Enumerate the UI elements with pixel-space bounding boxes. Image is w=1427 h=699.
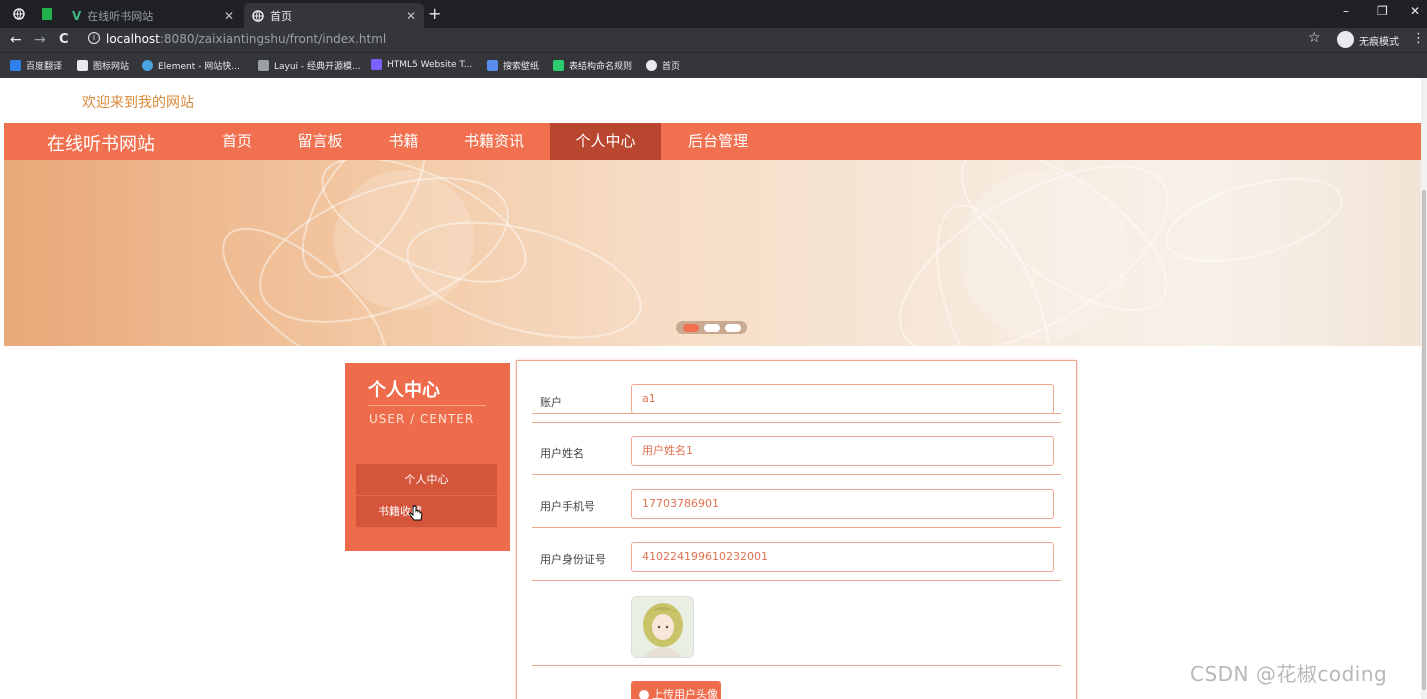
form-row-username: 用户姓名 用户姓名1 xyxy=(532,422,1061,475)
upload-avatar-label: 上传用户头像 xyxy=(652,688,718,699)
close-window-button[interactable]: ✕ xyxy=(1410,4,1420,18)
main-navbar: 在线听书网站 首页 留言板 书籍 书籍资讯 个人中心 后台管理 xyxy=(4,123,1421,160)
bookmark-item[interactable]: Layui - 经典开源模... xyxy=(258,59,361,72)
bookmark-item[interactable]: 表结构命名规则 xyxy=(553,59,632,72)
nav-book-news[interactable]: 书籍资讯 xyxy=(451,123,537,160)
user-avatar xyxy=(631,596,694,658)
form-row-phone: 用户手机号 17703786901 xyxy=(532,475,1061,528)
browser-tab-strip: V 在线听书网站 ✕ 首页 ✕ + – ❐ ✕ xyxy=(0,0,1427,28)
hero-banner xyxy=(4,160,1421,346)
field-label: 用户手机号 xyxy=(540,500,595,513)
hand-cursor-icon xyxy=(409,505,423,521)
sidebar-divider xyxy=(368,405,486,406)
field-label: 用户身份证号 xyxy=(540,553,606,566)
username-input[interactable]: 用户姓名1 xyxy=(631,436,1054,466)
minimize-button[interactable]: – xyxy=(1343,4,1349,18)
globe-icon xyxy=(252,9,264,22)
row-divider xyxy=(532,665,1061,666)
vue-icon: V xyxy=(72,8,82,23)
globe-icon xyxy=(646,60,657,71)
sidebar-menu: 个人中心 书籍收藏 xyxy=(356,464,497,528)
bookmark-item[interactable]: Element - 网站快... xyxy=(142,59,240,72)
html5-icon xyxy=(371,59,382,70)
nav-user-center[interactable]: 个人中心 xyxy=(550,123,661,160)
upload-avatar-button[interactable]: 上传用户头像 xyxy=(631,681,721,699)
address-bar: ← → C i localhost:8080/zaixiantingshu/fr… xyxy=(0,28,1427,52)
carousel-dot[interactable] xyxy=(682,323,699,332)
forward-button[interactable]: → xyxy=(34,31,46,49)
user-center-sidebar: 个人中心 USER / CENTER 个人中心 书籍收藏 xyxy=(345,363,510,551)
translate-icon xyxy=(10,60,21,71)
bookmark-star-icon[interactable]: ☆ xyxy=(1308,30,1321,46)
url-field[interactable]: localhost:8080/zaixiantingshu/front/inde… xyxy=(106,32,386,46)
bookmark-item[interactable]: HTML5 Website T... xyxy=(371,59,472,70)
close-icon[interactable]: ✕ xyxy=(224,9,234,23)
site-brand[interactable]: 在线听书网站 xyxy=(47,130,155,156)
url-host: localhost xyxy=(106,32,160,46)
bookmark-item[interactable]: 图标网站 xyxy=(77,59,129,72)
welcome-text: 欢迎来到我的网站 xyxy=(82,95,194,111)
info-icon[interactable]: i xyxy=(88,32,100,44)
tab-listen-books[interactable]: V 在线听书网站 ✕ xyxy=(64,3,242,28)
field-label: 账户 xyxy=(540,396,562,409)
tab-title: 在线听书网站 xyxy=(87,9,154,23)
nav-books[interactable]: 书籍 xyxy=(376,123,431,160)
form-row-account: 账户 a1 xyxy=(532,361,1061,414)
avatar-image xyxy=(632,597,693,657)
incognito-label: 无痕模式 xyxy=(1359,37,1399,48)
reload-button[interactable]: C xyxy=(59,31,69,49)
bookmark-item[interactable]: 百度翻译 xyxy=(10,59,62,72)
pinned-tab-chrome[interactable] xyxy=(10,5,28,23)
url-path: :8080/zaixiantingshu/front/index.html xyxy=(159,32,387,46)
flag-icon xyxy=(77,60,88,71)
user-info-form: 账户 a1 用户姓名 用户姓名1 用户手机号 17703786901 用户身份证… xyxy=(516,360,1077,699)
menu-icon[interactable]: ⋮ xyxy=(1412,31,1425,46)
sheet-icon xyxy=(42,8,52,20)
account-input[interactable]: a1 xyxy=(631,384,1054,414)
bookmark-item[interactable]: 首页 xyxy=(646,59,680,72)
page-viewport: 欢迎来到我的网站 在线听书网站 首页 留言板 书籍 书籍资讯 个人中心 后台管理 xyxy=(0,78,1421,699)
nav-message-board[interactable]: 留言板 xyxy=(286,123,354,160)
carousel-dot[interactable] xyxy=(724,323,741,332)
restore-button[interactable]: ❐ xyxy=(1377,4,1388,18)
tab-title: 首页 xyxy=(270,9,292,23)
floral-decoration xyxy=(222,160,1343,346)
pinned-tab-sheet[interactable] xyxy=(38,5,56,23)
sidebar-item-user-center[interactable]: 个人中心 xyxy=(356,464,497,496)
id-number-input[interactable]: 410224199610232001 xyxy=(631,542,1054,572)
phone-input[interactable]: 17703786901 xyxy=(631,489,1054,519)
new-tab-button[interactable]: + xyxy=(428,5,441,23)
incognito-icon[interactable] xyxy=(1337,31,1354,48)
form-row-id-number: 用户身份证号 410224199610232001 xyxy=(532,528,1061,581)
wallpaper-icon xyxy=(487,60,498,71)
carousel-dot[interactable] xyxy=(703,323,720,332)
watermark: CSDN @花椒coding xyxy=(1190,662,1388,686)
close-icon[interactable]: ✕ xyxy=(406,9,416,23)
bookmarks-bar: 百度翻译 图标网站 Element - 网站快... Layui - 经典开源模… xyxy=(0,52,1427,78)
sidebar-item-book-favorites[interactable]: 书籍收藏 xyxy=(356,496,497,528)
field-label: 用户姓名 xyxy=(540,447,584,460)
element-icon xyxy=(142,60,153,71)
scrollbar-thumb[interactable] xyxy=(1422,190,1426,690)
bookmark-item[interactable]: 搜索壁纸 xyxy=(487,59,539,72)
carousel-indicators xyxy=(676,321,747,334)
globe-icon xyxy=(13,8,25,20)
page-scrollbar[interactable] xyxy=(1421,78,1427,699)
upload-icon xyxy=(639,690,649,699)
sidebar-title: 个人中心 xyxy=(368,380,440,401)
layui-icon xyxy=(258,60,269,71)
back-button[interactable]: ← xyxy=(10,31,22,49)
nav-admin[interactable]: 后台管理 xyxy=(675,123,761,160)
nav-home[interactable]: 首页 xyxy=(207,123,267,160)
tab-home[interactable]: 首页 ✕ xyxy=(244,3,424,28)
sheet-icon xyxy=(553,60,564,71)
sidebar-subtitle: USER / CENTER xyxy=(369,412,475,426)
